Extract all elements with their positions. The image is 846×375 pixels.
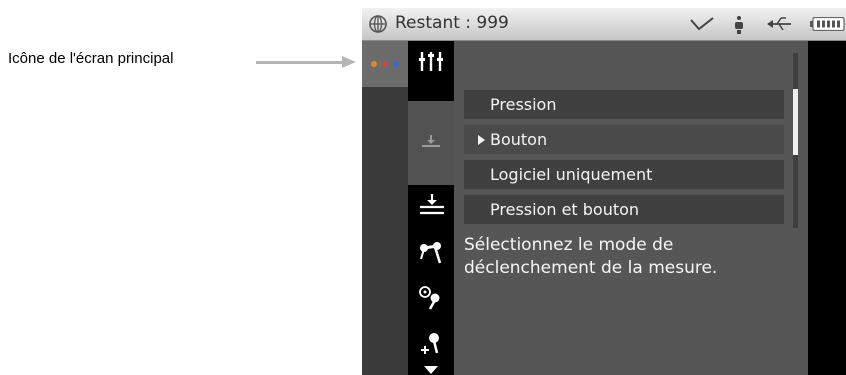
callout-arrow-icon — [342, 56, 356, 68]
device-screen: Restant : 999 Pression Bouton Logiciel u… — [362, 8, 846, 375]
dot-red — [382, 61, 388, 67]
menu-item-label: Logiciel uniquement — [490, 165, 653, 184]
main-screen-button[interactable] — [362, 41, 408, 87]
status-bar: Restant : 999 — [362, 8, 846, 41]
menu-item-label: Bouton — [490, 130, 548, 149]
battery-icon — [810, 17, 845, 31]
selection-pointer-icon — [478, 135, 485, 145]
globe-icon — [369, 15, 387, 33]
check-icon — [690, 17, 714, 31]
menu-item-label: Pression — [490, 95, 557, 114]
down-arrow-icon[interactable] — [423, 365, 439, 375]
dot-blue — [393, 61, 399, 67]
menu-item-label: Pression et bouton — [490, 200, 640, 219]
probe-settings-icon[interactable] — [418, 285, 444, 311]
trigger-icon[interactable] — [420, 133, 442, 151]
trigger-selected-icon[interactable] — [419, 193, 445, 217]
callout-arrow-line — [256, 61, 344, 64]
menu-item-pression-bouton[interactable]: Pression et bouton — [464, 195, 784, 224]
status-title: Restant : 999 — [395, 13, 509, 33]
sensor-icon — [735, 16, 743, 34]
sliders-icon[interactable] — [418, 49, 444, 73]
menu-item-pression[interactable]: Pression — [464, 90, 784, 119]
settings-subbar — [408, 41, 454, 375]
probe-add-icon[interactable] — [418, 331, 444, 357]
menu-item-logiciel[interactable]: Logiciel uniquement — [464, 160, 784, 189]
scrollbar-thumb[interactable] — [793, 89, 798, 155]
main-toolbar — [362, 41, 408, 375]
menu-item-bouton[interactable]: Bouton — [464, 125, 784, 154]
callout-label: Icône de l'écran principal — [8, 50, 174, 67]
usb-icon — [767, 17, 791, 31]
trigger-mode-panel: Pression Bouton Logiciel uniquement Pres… — [454, 41, 808, 375]
probe-icon[interactable] — [418, 241, 444, 265]
help-description: Sélectionnez le mode de déclenchement de… — [464, 235, 718, 278]
dot-orange — [371, 61, 377, 67]
